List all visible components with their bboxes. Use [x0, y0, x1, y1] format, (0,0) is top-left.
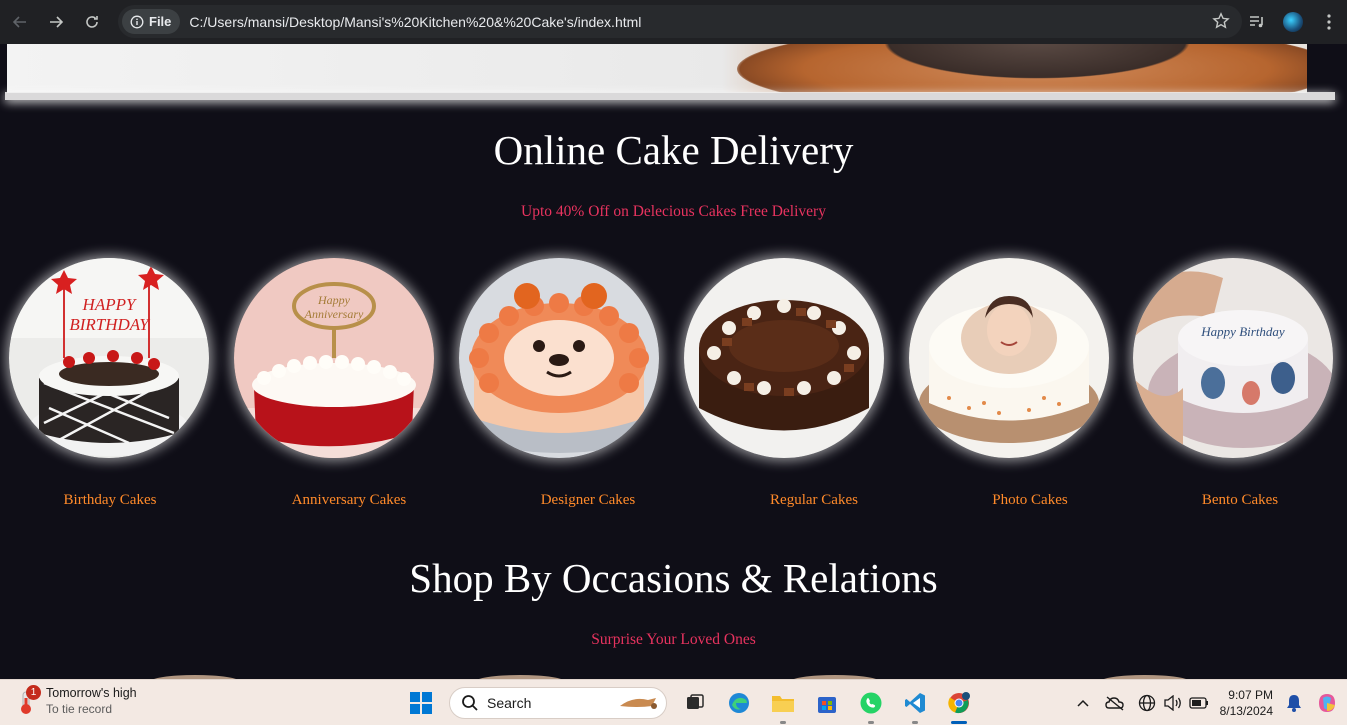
section-title-occasions: Shop By Occasions & Relations: [409, 555, 938, 601]
reload-button[interactable]: [74, 4, 110, 40]
store-icon: [818, 697, 836, 713]
search-highlight-icon: [620, 698, 657, 709]
designer-cake-image[interactable]: [459, 258, 659, 458]
task-view-button[interactable]: [673, 685, 717, 721]
system-tray: 9:07 PM 8/13/2024: [1070, 680, 1347, 725]
file-explorer-app[interactable]: [761, 685, 805, 724]
anniversary-cake-image[interactable]: Happy Anniversary: [234, 258, 434, 458]
weather-subtitle: To tie record: [46, 702, 113, 716]
svg-text:BIRTHDAY: BIRTHDAY: [69, 315, 150, 334]
bento-cake-image[interactable]: Happy Birthday: [1133, 258, 1333, 458]
taskbar-apps: Search: [399, 685, 981, 724]
avatar: [1283, 12, 1303, 32]
folder-icon: [772, 696, 794, 712]
windows-icon: [410, 692, 432, 714]
taskbar-search[interactable]: Search: [449, 687, 667, 719]
edge-app[interactable]: [717, 685, 761, 721]
battery-icon: [1188, 697, 1208, 709]
birthday-cake-image[interactable]: HAPPY BIRTHDAY: [9, 258, 209, 458]
category-label-birthday[interactable]: Birthday Cakes: [0, 492, 220, 509]
info-icon: [130, 15, 144, 28]
back-button[interactable]: [2, 4, 38, 40]
weather-title: Tomorrow's high: [46, 686, 137, 700]
svg-text:Happy: Happy: [317, 293, 351, 307]
search-icon: [462, 695, 478, 711]
search-label: Search: [487, 695, 532, 711]
weather-alert-badge: 1: [26, 685, 41, 700]
category-label-anniversary[interactable]: Anniversary Cakes: [239, 492, 459, 509]
bookmark-star-button[interactable]: [1212, 12, 1230, 35]
photo-cake-image[interactable]: [909, 258, 1109, 458]
hero-image: [7, 44, 1307, 93]
svg-text:Happy Birthday: Happy Birthday: [1200, 324, 1285, 339]
reading-list-button[interactable]: [1239, 4, 1275, 40]
notifications-button[interactable]: [1281, 688, 1307, 718]
vscode-app[interactable]: [893, 685, 937, 724]
kebab-menu-icon: [1327, 14, 1331, 30]
clock-time: 9:07 PM: [1228, 688, 1273, 702]
whatsapp-icon: [860, 692, 882, 714]
site-info-label: File: [149, 14, 172, 29]
menu-button[interactable]: [1311, 4, 1347, 40]
store-app[interactable]: [805, 685, 849, 721]
clock-date: 8/13/2024: [1219, 704, 1273, 718]
section-subtitle-offer: Upto 40% Off on Delecious Cakes Free Del…: [521, 203, 826, 220]
thermometer-icon: 1: [16, 685, 41, 718]
chrome-icon: [948, 692, 970, 714]
clock[interactable]: 9:07 PM 8/13/2024: [1220, 687, 1273, 719]
onedrive-button[interactable]: [1102, 688, 1128, 718]
copilot-icon: [1319, 694, 1335, 712]
svg-text:HAPPY: HAPPY: [82, 295, 137, 314]
globe-icon: [1138, 694, 1155, 712]
section-title-online-delivery: Online Cake Delivery: [493, 127, 854, 173]
site-info-chip[interactable]: File: [122, 9, 181, 34]
svg-text:Anniversary: Anniversary: [304, 307, 364, 321]
section-subtitle-loved-ones: Surprise Your Loved Ones: [591, 631, 756, 648]
network-button[interactable]: [1134, 688, 1160, 718]
url-text[interactable]: C:/Users/mansi/Desktop/Mansi's%20Kitchen…: [189, 14, 641, 30]
whatsapp-app[interactable]: [849, 685, 893, 724]
arrow-right-icon: [50, 16, 64, 28]
chrome-app[interactable]: [937, 685, 981, 724]
cloud-off-icon: [1104, 696, 1124, 711]
category-label-photo[interactable]: Photo Cakes: [920, 492, 1140, 509]
arrow-left-icon: [12, 16, 26, 28]
start-button[interactable]: [399, 685, 443, 721]
toolbar-right: [1239, 0, 1347, 44]
hero-divider: [5, 92, 1335, 100]
task-view-icon: [687, 694, 704, 709]
weather-widget[interactable]: 1 Tomorrow's high To tie record: [16, 685, 137, 718]
bell-icon: [1287, 695, 1301, 712]
browser-toolbar: File C:/Users/mansi/Desktop/Mansi's%20Ki…: [0, 0, 1347, 44]
volume-button[interactable]: [1160, 688, 1186, 718]
category-label-designer[interactable]: Designer Cakes: [478, 492, 698, 509]
windows-taskbar: 1 Tomorrow's high To tie record Search 9…: [0, 679, 1347, 725]
category-label-regular[interactable]: Regular Cakes: [704, 492, 924, 509]
category-label-bento[interactable]: Bento Cakes: [1130, 492, 1347, 509]
star-icon: [1212, 12, 1230, 29]
regular-cake-image[interactable]: [684, 258, 884, 458]
speaker-icon: [1163, 695, 1181, 711]
reload-icon: [86, 16, 98, 28]
forward-button[interactable]: [38, 4, 74, 40]
copilot-button[interactable]: [1307, 688, 1347, 718]
vscode-icon: [905, 693, 925, 713]
media-controls-icon: [1250, 16, 1263, 28]
edge-icon: [729, 693, 749, 713]
profile-button[interactable]: [1275, 4, 1311, 40]
show-hidden-icons-button[interactable]: [1070, 688, 1096, 718]
battery-button[interactable]: [1186, 688, 1212, 718]
address-bar[interactable]: File C:/Users/mansi/Desktop/Mansi's%20Ki…: [118, 5, 1242, 38]
chevron-up-icon: [1077, 699, 1089, 707]
